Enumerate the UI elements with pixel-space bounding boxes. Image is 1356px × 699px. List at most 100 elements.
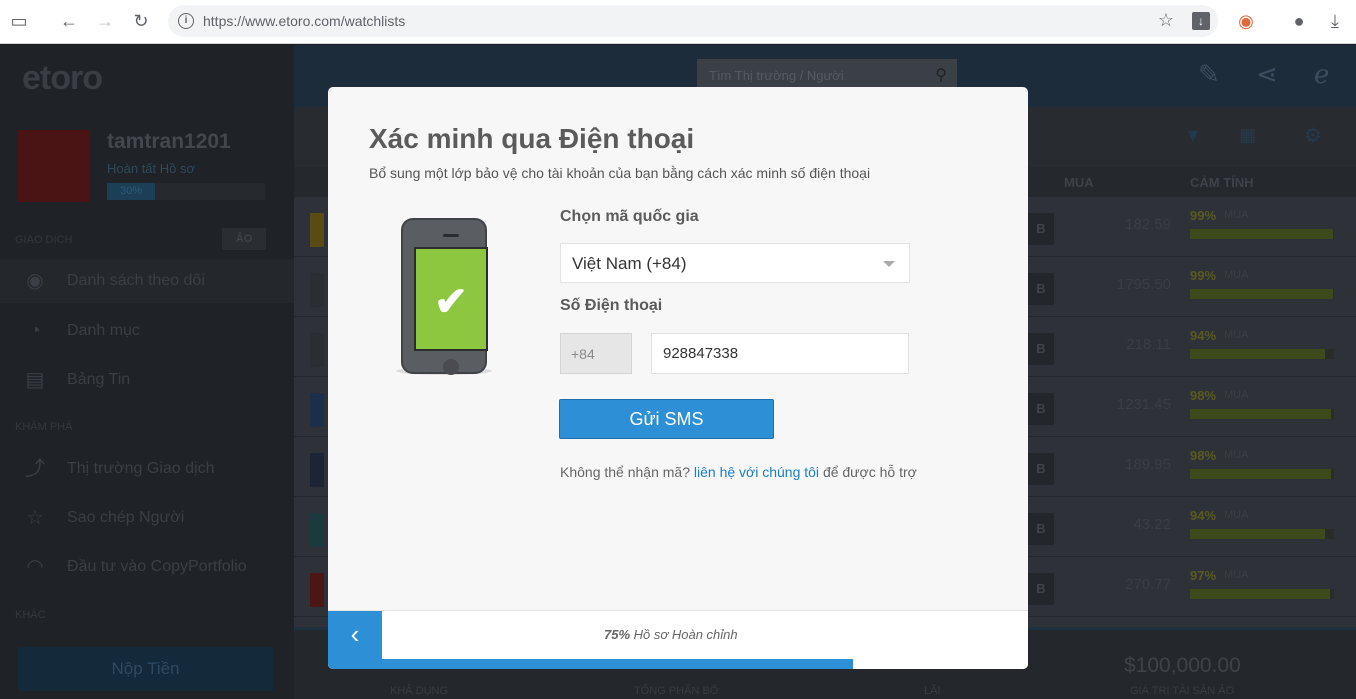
col-buy: MUA [1064,175,1094,190]
sentiment-bar [1190,589,1334,599]
phone-prefix: +84 [560,333,632,374]
phone-verification-modal: Xác minh qua Điện thoại Bổ sung một lớp … [328,87,1028,669]
etoro-e-icon[interactable]: ℯ [1314,59,1329,90]
grid-icon[interactable]: ▦ [1239,125,1256,146]
section-other-label: KHÁC [15,609,46,621]
gear-icon[interactable]: ⚙ [1304,123,1322,148]
back-button[interactable]: ‹ [328,611,382,659]
buy-button[interactable]: B [1028,273,1054,305]
buy-button[interactable]: B [1028,513,1054,545]
extension-icon[interactable]: ◉ [1235,10,1257,32]
profile-complete-link[interactable]: Hoàn tất Hồ sơ [107,161,195,176]
instrument-logo [310,573,324,607]
sidebar-item-label: Sao chép Người [67,509,185,526]
country-code-select[interactable]: Việt Nam (+84) [560,243,910,283]
sentiment-value: 98% [1190,388,1217,403]
profile-progress-track [328,659,1028,669]
search-icon[interactable]: ⚲ [935,65,947,85]
buy-price: 43.22 [1133,516,1171,533]
phone-verified-icon: ✔ [396,215,492,375]
profile-progress-value: 30% [107,183,155,200]
profile-progress-fill [328,659,853,669]
help-text: Không thể nhận mã? liên hệ với chúng tôi… [560,464,917,480]
sentiment-bar [1190,229,1334,239]
sidebar-item-copy-people[interactable]: ☆ Sao chép Người [0,496,294,540]
chevron-left-icon: ‹ [350,619,360,649]
eye-icon: ◉ [26,270,44,292]
sentiment-bar [1190,529,1334,539]
sentiment-bar [1190,349,1334,359]
trend-icon: ⤴ [25,458,45,480]
sentiment-label: MUA [1224,329,1249,341]
sidebar-item-label: Danh sách theo dõi [67,272,205,289]
contact-us-link[interactable]: liên hệ với chúng tôi [694,464,819,480]
reload-icon[interactable]: ↻ [130,10,152,32]
sentiment-value: 99% [1190,208,1217,223]
buy-price: 182.59 [1125,216,1171,233]
url-text[interactable]: https://www.etoro.com/watchlists [203,13,405,29]
instrument-logo [310,213,324,247]
sidebar: etoro tamtran1201 Hoàn tất Hồ sơ 30% GIA… [0,45,294,699]
instrument-logo [310,393,324,427]
sentiment-value: 98% [1190,448,1217,463]
buy-button[interactable]: B [1028,573,1054,605]
allocated-label: TỔNG PHÂN BỔ [634,685,719,697]
address-bar[interactable]: i https://www.etoro.com/watchlists ☆ ↓ [168,5,1218,37]
sidebar-item-copyportfolio[interactable]: ◠ Đầu tư vào CopyPortfolio [0,545,294,589]
sentiment-value: 94% [1190,328,1217,343]
country-code-label: Chọn mã quốc gia [560,208,699,225]
site-info-icon[interactable]: i [178,13,194,29]
equity-label: GIÁ TRỊ TÀI SẢN ẢO [1130,685,1235,697]
filter-icon[interactable]: ▼ [1184,125,1202,146]
edit-icon[interactable]: ✎ [1198,59,1220,90]
section-explore-label: KHÁM PHÁ [15,421,73,433]
bookmark-star-icon[interactable]: ☆ [1158,10,1174,31]
sentiment-bar [1190,409,1334,419]
sentiment-label: MUA [1224,509,1249,521]
section-trade-label: GIAO DỊCH [15,234,73,246]
help-prefix: Không thể nhận mã? [560,464,690,480]
sentiment-bar [1190,289,1334,299]
sidebar-item-watchlist[interactable]: ◉ Danh sách theo dõi [0,259,294,303]
sidebar-toggle-icon[interactable]: ▭ [8,10,30,32]
forward-icon[interactable]: → [94,10,116,32]
sidebar-item-markets[interactable]: ⤴ Thị trường Giao dịch [0,447,294,491]
download-arrow-icon[interactable]: ↓ [1192,12,1210,30]
etoro-logo[interactable]: etoro [22,59,103,98]
progress-percent: 75% [604,627,631,642]
chevron-down-icon [883,261,895,267]
checkmark-icon: ✔ [434,280,468,324]
profile-icon[interactable]: ● [1288,10,1310,32]
progress-label: Hồ sơ Hoàn chỉnh [633,627,738,642]
search-placeholder: Tìm Thị trường / Người [709,68,844,83]
sentiment-label: MUA [1224,389,1249,401]
country-code-value: Việt Nam (+84) [572,254,687,273]
modal-subtitle: Bổ sung một lớp bảo vệ cho tài khoản của… [369,165,871,181]
mode-dropdown[interactable]: ẢO [222,228,266,250]
modal-footer: ‹ 75% Hồ sơ Hoàn chỉnh [328,610,1028,659]
browser-toolbar: ▭ ← → ↻ i https://www.etoro.com/watchlis… [0,0,1356,44]
back-icon[interactable]: ← [58,10,80,32]
username[interactable]: tamtran1201 [107,130,231,154]
share-icon[interactable]: ⋖ [1256,59,1278,90]
buy-button[interactable]: B [1028,213,1054,245]
sentiment-value: 99% [1190,268,1217,283]
sidebar-item-news[interactable]: ▤ Bảng Tin [0,358,294,402]
buy-price: 270.77 [1125,576,1171,593]
phone-number-label: Số Điện thoại [560,297,663,314]
buy-button[interactable]: B [1028,333,1054,365]
sidebar-item-portfolio[interactable]: ◔ Danh mục [0,309,294,353]
avatar[interactable] [18,130,90,202]
sentiment-value: 94% [1190,508,1217,523]
instrument-logo [310,513,324,547]
downloads-icon[interactable]: ⤓ [1324,10,1346,32]
gauge-icon: ◠ [26,556,44,578]
profile-progress-bar: 30% [107,183,265,200]
buy-button[interactable]: B [1028,393,1054,425]
phone-number-input[interactable] [651,333,909,374]
buy-button[interactable]: B [1028,453,1054,485]
sidebar-item-label: Bảng Tin [67,371,131,388]
deposit-button[interactable]: Nộp Tiền [18,647,273,691]
send-sms-button[interactable]: Gửi SMS [559,399,774,439]
available-label: KHẢ DỤNG [390,685,449,697]
